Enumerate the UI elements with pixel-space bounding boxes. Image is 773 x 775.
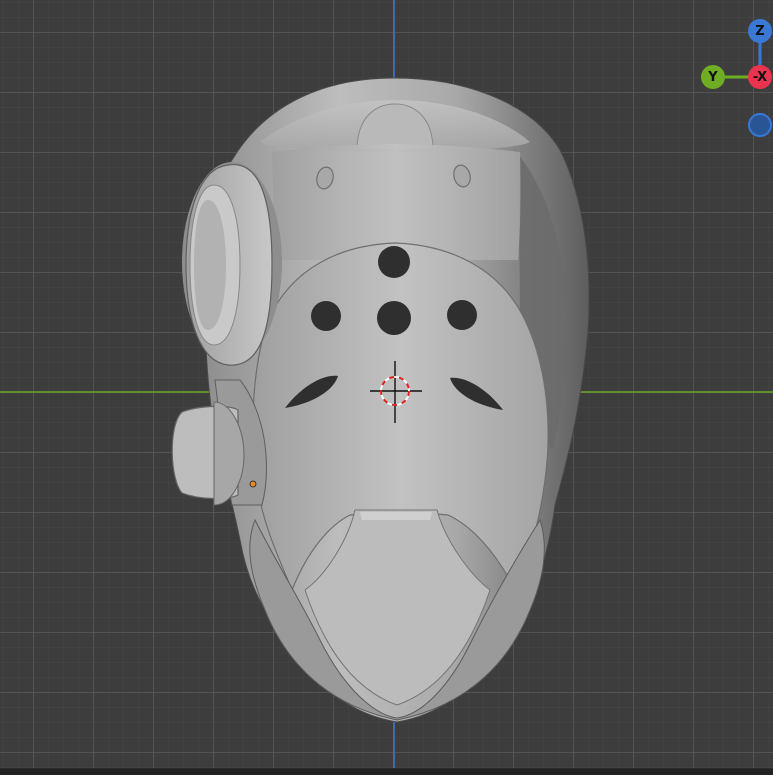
- origin-point[interactable]: [249, 480, 257, 488]
- gizmo-neg-x-axis[interactable]: -X: [748, 65, 772, 89]
- gizmo-neg-x-label: -X: [752, 69, 768, 85]
- gizmo-neg-z-axis[interactable]: [748, 113, 772, 137]
- 3d-viewport[interactable]: Z Y -X: [0, 0, 773, 775]
- 3d-cursor-icon[interactable]: [370, 361, 422, 423]
- gizmo-z-axis[interactable]: Z: [748, 19, 772, 43]
- status-bar: [0, 768, 773, 775]
- navigation-gizmo[interactable]: Z Y -X: [700, 18, 773, 142]
- gizmo-z-label: Z: [755, 23, 765, 39]
- gizmo-y-axis[interactable]: Y: [701, 65, 725, 89]
- gizmo-y-label: Y: [708, 69, 718, 85]
